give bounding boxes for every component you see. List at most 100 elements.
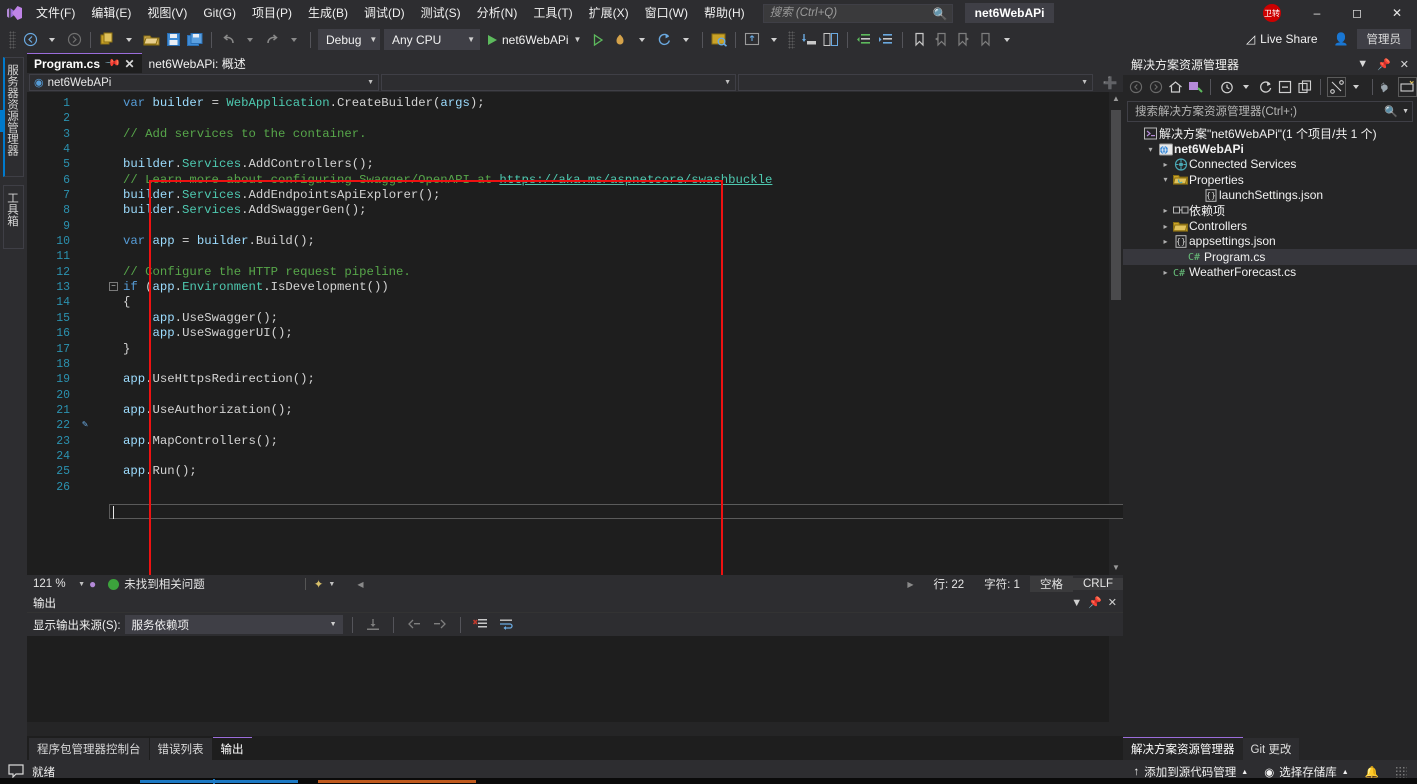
tree-item-0[interactable]: 解决方案"net6WebAPi"(1 个项目/共 1 个) bbox=[1123, 126, 1417, 141]
code-line[interactable]: app.UseHttpsRedirection(); bbox=[75, 372, 1115, 387]
code-line[interactable]: } bbox=[75, 342, 1115, 357]
bookmark-clear-icon[interactable] bbox=[974, 29, 996, 51]
output-prev-icon[interactable] bbox=[403, 614, 425, 636]
expand-icon[interactable]: ▶ bbox=[897, 580, 923, 589]
scroll-down-icon[interactable]: ▼ bbox=[1109, 561, 1123, 575]
start-without-debugging-icon[interactable] bbox=[587, 29, 609, 51]
clear-output-icon[interactable] bbox=[470, 614, 492, 636]
code-line[interactable] bbox=[75, 249, 1115, 264]
bottom-panel-tab-2[interactable]: 输出 bbox=[212, 737, 252, 760]
output-horizontal-scrollbar[interactable] bbox=[27, 722, 1123, 736]
code-line[interactable]: { bbox=[75, 295, 1115, 310]
solution-platform-combo[interactable]: Any CPU ▼ bbox=[384, 29, 480, 50]
menu-item-8[interactable]: 分析(N) bbox=[469, 0, 526, 26]
toolbar-overflow-icon[interactable] bbox=[996, 29, 1018, 51]
code-line[interactable]: var app = builder.Build(); bbox=[75, 234, 1115, 249]
notification-badge[interactable]: 卫转 bbox=[1263, 4, 1281, 22]
menu-item-12[interactable]: 帮助(H) bbox=[696, 0, 753, 26]
output-goto-icon[interactable] bbox=[362, 614, 384, 636]
output-text-area[interactable] bbox=[27, 636, 1123, 736]
code-line[interactable]: // Add services to the container. bbox=[75, 127, 1115, 142]
decrease-indent-icon[interactable] bbox=[853, 29, 875, 51]
chevron-down-icon[interactable]: ▼ bbox=[1071, 597, 1082, 609]
navbar-member-combo[interactable]: ▼ bbox=[738, 74, 1093, 91]
bookmark-icon[interactable] bbox=[908, 29, 930, 51]
hot-reload-icon[interactable] bbox=[609, 29, 631, 51]
code-line[interactable]: var builder = WebApplication.CreateBuild… bbox=[75, 96, 1115, 111]
toolbar-grip[interactable] bbox=[9, 30, 16, 49]
forward-icon[interactable] bbox=[1147, 77, 1166, 97]
line-indicator[interactable]: 行: 22 bbox=[923, 576, 974, 592]
spaces-indicator[interactable]: 空格 bbox=[1029, 576, 1073, 592]
menu-item-9[interactable]: 工具(T) bbox=[525, 0, 580, 26]
vs-search-input[interactable] bbox=[767, 6, 933, 20]
chevron-down-icon[interactable]: ▾ bbox=[1144, 145, 1157, 154]
navbar-type-combo[interactable]: ▼ bbox=[381, 74, 736, 91]
editor-vertical-scrollbar[interactable]: ▲ ▼ bbox=[1109, 92, 1123, 575]
view-switch-dropdown-icon[interactable] bbox=[1347, 77, 1366, 97]
bookmark-prev-icon[interactable] bbox=[930, 29, 952, 51]
bottom-panel-tab-0[interactable]: 程序包管理器控制台 bbox=[29, 738, 149, 760]
chevron-right-icon[interactable]: ▸ bbox=[1159, 206, 1172, 215]
open-file-icon[interactable] bbox=[140, 29, 162, 51]
close-icon[interactable]: ✕ bbox=[1377, 0, 1417, 26]
new-project-dropdown-icon[interactable] bbox=[118, 29, 140, 51]
screen-reader-icon[interactable]: ● bbox=[89, 577, 96, 591]
vs-search-box[interactable]: 🔍 bbox=[762, 3, 953, 23]
toolbar-grip-2[interactable] bbox=[788, 30, 796, 49]
collapse-region-icon[interactable]: − bbox=[109, 282, 118, 292]
show-all-files-icon[interactable] bbox=[1296, 77, 1315, 97]
pin-icon[interactable]: 📌 bbox=[1377, 58, 1391, 71]
code-line[interactable] bbox=[75, 449, 1115, 464]
pin-icon[interactable]: 📌 bbox=[104, 55, 121, 72]
tab-program-cs[interactable]: Program.cs 📌 ✕ bbox=[27, 53, 142, 73]
tree-item-8[interactable]: C# Program.cs bbox=[1123, 249, 1417, 265]
navigate-back-icon[interactable] bbox=[19, 29, 41, 51]
compare-icon[interactable] bbox=[820, 29, 842, 51]
tab-project-overview[interactable]: net6WebAPi: 概述 bbox=[141, 53, 253, 73]
menu-item-7[interactable]: 测试(S) bbox=[413, 0, 469, 26]
sidebar-item-server-explorer[interactable]: 服务器资源管理器 bbox=[3, 57, 24, 177]
code-line[interactable] bbox=[75, 388, 1115, 403]
tree-item-4[interactable]: {} launchSettings.json bbox=[1123, 188, 1417, 203]
restart-dropdown-icon[interactable] bbox=[675, 29, 697, 51]
save-icon[interactable] bbox=[162, 29, 184, 51]
navigate-forward-icon[interactable] bbox=[63, 29, 85, 51]
menu-item-4[interactable]: 项目(P) bbox=[244, 0, 300, 26]
chevron-down-icon[interactable]: ▼ bbox=[1357, 58, 1368, 70]
chevron-right-icon[interactable]: ▸ bbox=[1159, 222, 1172, 231]
window-layout-icon[interactable] bbox=[741, 29, 763, 51]
undo-icon[interactable] bbox=[217, 29, 239, 51]
chevron-down-icon[interactable]: ▼ bbox=[1402, 108, 1409, 115]
tree-item-2[interactable]: ▸ Connected Services bbox=[1123, 157, 1417, 172]
solution-explorer-footer-tab-1[interactable]: Git 更改 bbox=[1242, 738, 1300, 760]
navigate-back-dropdown-icon[interactable] bbox=[41, 29, 63, 51]
code-editor[interactable]: 1 2 3 4 5 6 7 8 9 10 11 12 13 14 15 16 17 18 19 20 21 22 ✎ 23 24… bbox=[27, 92, 1123, 575]
home-icon[interactable] bbox=[1166, 77, 1185, 97]
zoom-level-combo[interactable]: 121 % ▼ bbox=[27, 578, 89, 590]
preview-selected-icon[interactable] bbox=[1398, 77, 1417, 97]
menu-item-2[interactable]: 视图(V) bbox=[139, 0, 195, 26]
bookmark-next-icon[interactable] bbox=[952, 29, 974, 51]
code-line[interactable] bbox=[75, 219, 1115, 234]
code-line[interactable]: builder.Services.AddSwaggerGen(); bbox=[75, 203, 1115, 218]
menu-item-6[interactable]: 调试(D) bbox=[356, 0, 413, 26]
code-line[interactable]: builder.Services.AddControllers(); bbox=[75, 157, 1115, 172]
hot-reload-dropdown-icon[interactable] bbox=[631, 29, 653, 51]
maximize-icon[interactable]: ◻ bbox=[1337, 0, 1377, 26]
code-line[interactable] bbox=[75, 111, 1115, 126]
close-icon[interactable]: ✕ bbox=[1108, 596, 1117, 609]
code-line[interactable]: app.Run(); bbox=[75, 464, 1115, 479]
code-line[interactable]: app.UseAuthorization(); bbox=[75, 403, 1115, 418]
tree-item-5[interactable]: ▸ 依赖项 bbox=[1123, 203, 1417, 218]
chevron-down-icon[interactable]: ▼ bbox=[328, 581, 335, 588]
window-layout-dropdown-icon[interactable] bbox=[763, 29, 785, 51]
start-debugging-button[interactable]: net6WebAPi ▼ bbox=[482, 29, 587, 51]
notification-bell-icon[interactable]: 🔔 bbox=[1365, 765, 1379, 779]
code-line[interactable]: // Configure the HTTP request pipeline. bbox=[75, 265, 1115, 280]
chevron-down-icon[interactable]: ▾ bbox=[1159, 175, 1172, 184]
code-line[interactable] bbox=[75, 142, 1115, 157]
save-all-icon[interactable] bbox=[184, 29, 206, 51]
output-vertical-scrollbar[interactable] bbox=[1109, 636, 1123, 736]
code-line[interactable]: builder.Services.AddEndpointsApiExplorer… bbox=[75, 188, 1115, 203]
